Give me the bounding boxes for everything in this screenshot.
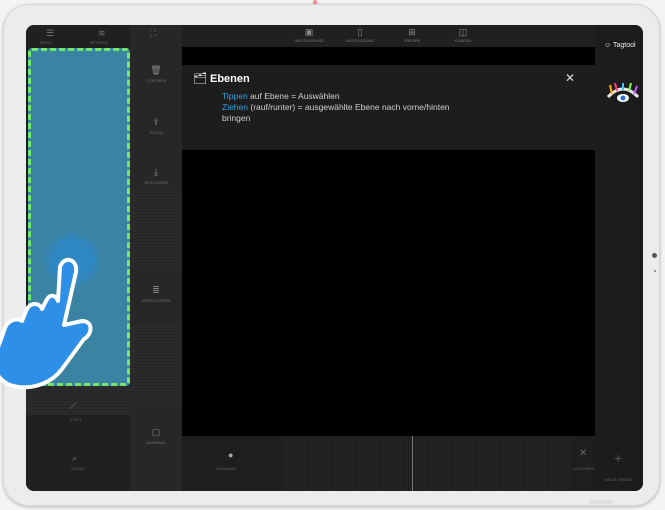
app-screen: ☰ ≋ MENÜ ÖFFNEN ⟋ STIFT ⌕ ZOOM ⛶ 🗑 LÖSCH… [26,25,643,491]
select-icon: ▢ [151,427,161,437]
wifi-icon[interactable]: ≋ [98,28,106,39]
save-label: SPEICHERN [144,180,168,185]
pen-label: STIFT [70,417,83,422]
layers-icon: ≣ [152,285,160,295]
delete-label: LÖSCHEN [146,78,166,83]
zoom-label: ZOOM [71,466,84,471]
delete-button[interactable]: 🗑 LÖSCHEN [130,65,182,83]
layers-help-panel: 🗂 Ebenen ✕ Tippen auf Ebene = Auswählen … [182,65,595,150]
help-line-tap: Tippen auf Ebene = Auswählen [222,91,340,101]
eye-logo-icon [606,83,640,102]
tap-keyword: Tippen [222,91,248,101]
search-icon[interactable]: ⌕ [72,453,77,464]
select-mode-label: AUSWAHL [216,466,238,471]
drag-text: (rauf/runter) = ausgewählte Ebene nach v… [248,102,450,112]
column-pattern [130,190,182,270]
camera-dot [652,253,657,258]
download-icon: ⤓ [154,167,158,177]
share-label: TEILEN [148,130,163,135]
expand-icon[interactable]: ⛶ [150,28,156,39]
tab-background-label: HINTERGRUND [294,38,324,43]
tab-camera[interactable]: ◫ KAMERA [438,27,488,43]
hand-pointer-icon [0,257,93,390]
delete-layer-label: LÖSCHEN [573,466,594,471]
trash-icon: 🗑 [150,65,162,75]
close-icon[interactable]: ✕ [565,71,575,85]
layer-strip[interactable] [282,436,572,491]
share-icon: ⇪ [152,117,160,127]
move-label: VERSCHIEBEN [141,298,171,303]
share-button[interactable]: ⇪ TEILEN [130,117,182,135]
tab-background[interactable]: ▣ HINTERGRUND [284,27,334,43]
layers-icon: 🗂 [193,73,207,85]
brand-logo: ☺ Tagtool [604,42,636,49]
drag-keyword: Ziehen [222,102,248,112]
image-icon: ▣ [304,27,314,37]
tab-underground[interactable]: ▯ UNTERGRUND [335,27,385,43]
sensor-dot [654,270,656,272]
pen-icon[interactable]: ⟋ [70,401,76,412]
playhead [412,436,413,491]
help-line-drag: Ziehen (rauf/runter) = ausgewählte Ebene… [222,102,450,112]
file-icon: ▯ [357,27,363,37]
action-column: ⛶ [130,25,182,491]
plus-icon[interactable]: + [614,450,622,466]
panel-title: Ebenen [210,73,250,85]
new-layer-label: NEUE EBENE [605,477,633,482]
menu-label: MENÜ [40,40,53,45]
tab-underground-label: UNTERGRUND [345,38,375,43]
select-button[interactable]: ▢ AUSWAHL [130,427,182,445]
tab-camera-label: KAMERA [454,38,472,43]
select-label: AUSWAHL [146,440,166,445]
column-pattern-lower [130,325,182,405]
bottom-bar: ● AUSWAHL ✕ LÖSCHEN [182,436,595,491]
frame-nub [589,500,613,504]
brand-name: Tagtool [612,42,636,49]
close-icon[interactable]: ✕ [579,448,587,459]
open-label: ÖFFNEN [90,40,108,45]
help-line-bring: bringen [222,113,251,123]
menu-icon[interactable]: ☰ [46,28,54,39]
save-button[interactable]: ⤓ SPEICHERN [130,167,182,185]
tab-layers[interactable]: ⊞ EBENEN [387,27,437,43]
tag-icon: ☺ [604,42,612,49]
dot-icon[interactable]: ● [228,450,233,460]
move-button[interactable]: ≣ VERSCHIEBEN [130,285,182,303]
tab-layers-label: EBENEN [403,38,421,43]
camera-icon: ◫ [458,27,468,37]
tap-text: auf Ebene = Auswählen [247,91,340,101]
top-tabs: ▣ HINTERGRUND ▯ UNTERGRUND ⊞ EBENEN ◫ KA… [182,25,595,47]
grid-icon: ⊞ [408,27,416,37]
